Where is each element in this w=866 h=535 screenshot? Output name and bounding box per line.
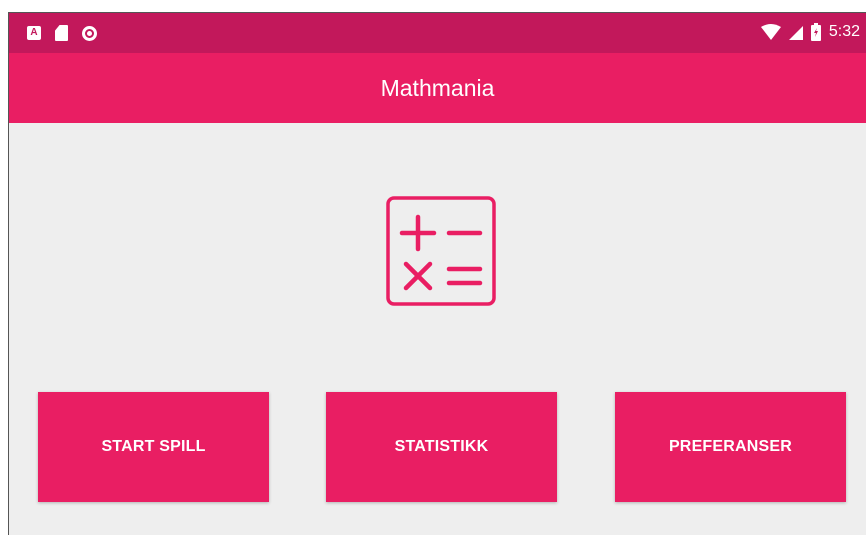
- app-toolbar: Mathmania: [9, 53, 866, 123]
- app-screen: A 5:32 Mathmania START SPILL STATISTIKK …: [8, 12, 866, 535]
- sync-circle-icon: [82, 25, 97, 41]
- status-bar-notifications: A: [27, 25, 97, 41]
- app-title: Mathmania: [380, 75, 495, 101]
- status-bar: A 5:32: [9, 13, 866, 53]
- status-bar-system: 5:32: [760, 23, 860, 41]
- battery-icon: [810, 23, 821, 41]
- start-game-button[interactable]: START SPILL: [38, 392, 269, 502]
- preferences-button[interactable]: PREFERANSER: [615, 392, 846, 502]
- notification-a-icon: A: [27, 26, 41, 40]
- statistics-button[interactable]: STATISTIKK: [326, 392, 557, 502]
- math-operators-icon: [386, 196, 496, 306]
- sd-card-icon: [55, 25, 68, 41]
- wifi-icon: [760, 24, 781, 40]
- cell-signal-icon: [788, 26, 803, 40]
- status-time: 5:32: [828, 23, 860, 40]
